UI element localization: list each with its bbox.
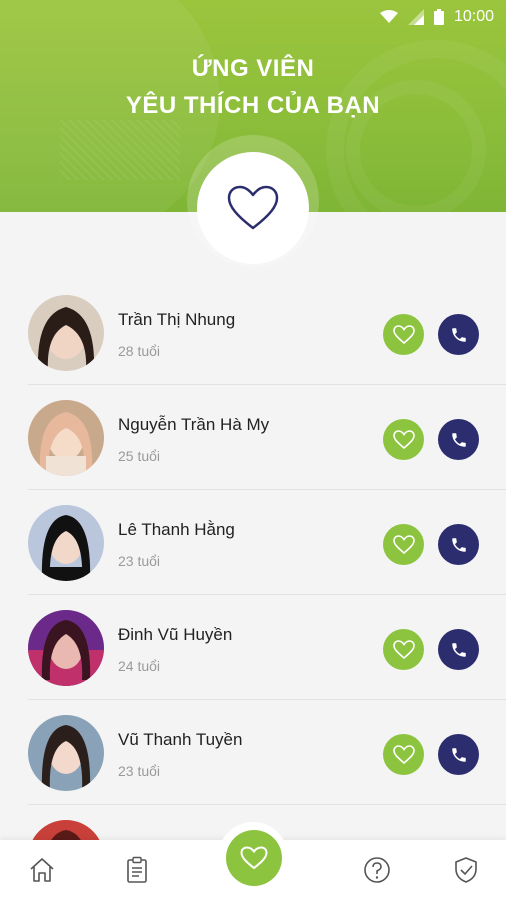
heart-icon	[392, 429, 415, 449]
candidate-age: 24 tuổi	[118, 658, 161, 674]
heart-icon	[392, 744, 415, 764]
heart-outline-icon	[227, 185, 279, 230]
avatar	[28, 400, 104, 476]
call-button[interactable]	[438, 524, 479, 565]
call-button[interactable]	[438, 629, 479, 670]
battery-icon	[433, 9, 444, 25]
avatar	[28, 505, 104, 581]
list-item[interactable]: Nguyễn Trần Hà My 25 tuổi	[0, 385, 506, 490]
list-item[interactable]: Đinh Vũ Huyền 24 tuổi	[0, 595, 506, 700]
wifi-icon	[379, 10, 398, 23]
home-icon	[30, 858, 54, 882]
nav-security[interactable]	[450, 854, 482, 886]
call-button[interactable]	[438, 419, 479, 460]
candidate-name: Đinh Vũ Huyền	[118, 625, 233, 644]
like-button[interactable]	[383, 419, 424, 460]
avatar	[28, 610, 104, 686]
like-button[interactable]	[383, 524, 424, 565]
shield-check-icon	[455, 857, 477, 883]
nav-favorites[interactable]	[226, 830, 282, 886]
like-button[interactable]	[383, 734, 424, 775]
heart-icon	[392, 534, 415, 554]
list-item[interactable]: Lê Thanh Hằng 23 tuổi	[0, 490, 506, 595]
phone-icon	[451, 432, 466, 447]
status-bar: 10:00	[0, 0, 506, 36]
candidate-age: 25 tuổi	[118, 448, 161, 464]
heart-icon	[240, 846, 268, 870]
avatar	[28, 295, 104, 371]
candidate-list: Trần Thị Nhung 28 tuổi Nguyễn Trần Hà My…	[0, 280, 506, 900]
call-button[interactable]	[438, 734, 479, 775]
call-button[interactable]	[438, 314, 479, 355]
phone-icon	[451, 327, 466, 342]
list-item[interactable]: Trần Thị Nhung 28 tuổi	[0, 280, 506, 385]
like-button[interactable]	[383, 629, 424, 670]
candidate-name: Lê Thanh Hằng	[118, 520, 235, 539]
candidate-name: Vũ Thanh Tuyền	[118, 730, 243, 749]
candidate-age: 23 tuổi	[118, 763, 161, 779]
question-icon	[364, 857, 390, 883]
heart-badge	[197, 152, 309, 264]
avatar	[28, 715, 104, 791]
candidate-name: Trần Thị Nhung	[118, 310, 236, 329]
clipboard-icon	[127, 856, 147, 883]
heart-icon	[392, 324, 415, 344]
heart-icon	[392, 639, 415, 659]
page-title-line1: ỨNG VIÊN	[191, 55, 315, 82]
phone-icon	[451, 747, 466, 762]
decor-shape	[60, 120, 180, 180]
nav-clipboard[interactable]	[121, 854, 153, 886]
like-button[interactable]	[383, 314, 424, 355]
nav-help[interactable]	[361, 854, 393, 886]
list-item[interactable]: Vũ Thanh Tuyền 23 tuổi	[0, 700, 506, 805]
signal-icon	[407, 9, 424, 25]
nav-home[interactable]	[26, 854, 58, 886]
phone-icon	[451, 642, 466, 657]
candidate-age: 23 tuổi	[118, 553, 161, 569]
candidate-name: Nguyễn Trần Hà My	[118, 415, 270, 434]
status-time: 10:00	[453, 8, 494, 25]
candidate-age: 28 tuổi	[118, 343, 161, 359]
page-title-line2: YÊU THÍCH CỦA BẠN	[125, 92, 381, 119]
phone-icon	[451, 537, 466, 552]
